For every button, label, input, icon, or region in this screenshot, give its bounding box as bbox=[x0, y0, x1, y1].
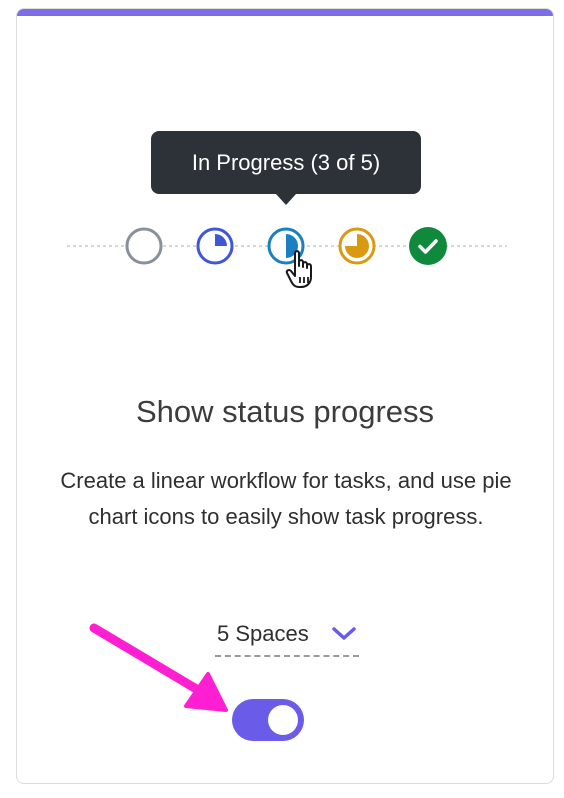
hand-cursor-icon bbox=[285, 250, 312, 288]
status-icon-not-started[interactable] bbox=[124, 226, 164, 266]
status-icon-three-quarter[interactable] bbox=[337, 226, 377, 266]
feature-title: Show status progress bbox=[135, 394, 435, 429]
feature-toggle-switch[interactable] bbox=[232, 699, 304, 741]
status-tooltip: In Progress (3 of 5) bbox=[151, 131, 421, 194]
feature-description: Create a linear workflow for tasks, and … bbox=[60, 468, 512, 529]
annotation-arrow-icon bbox=[89, 623, 228, 712]
status-icon-quarter[interactable] bbox=[195, 226, 235, 266]
toggle-knob bbox=[268, 705, 298, 735]
status-icon-complete[interactable] bbox=[408, 226, 448, 266]
tooltip-arrow bbox=[276, 194, 296, 205]
chevron-down-icon bbox=[332, 627, 356, 640]
